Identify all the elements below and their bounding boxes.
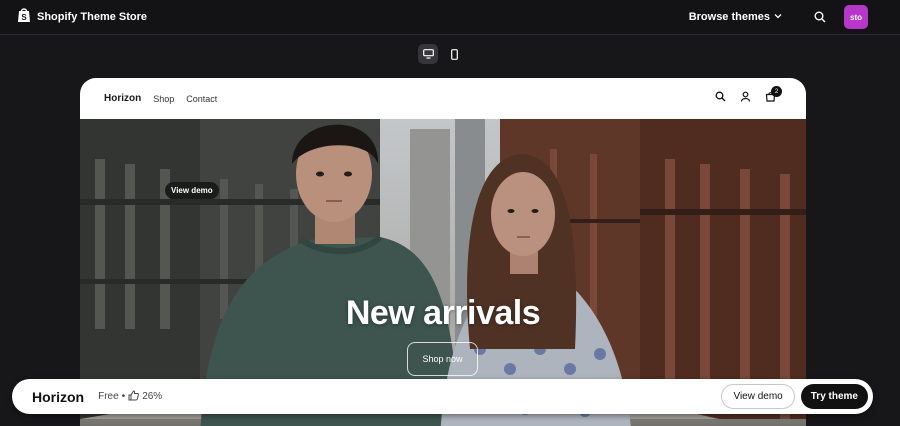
nav-link-shop[interactable]: Shop (153, 94, 174, 104)
brand[interactable]: S Shopify Theme Store (17, 7, 147, 28)
separator-dot: • (121, 391, 126, 402)
try-theme-button[interactable]: Try theme (800, 384, 868, 409)
thumbs-up-icon (128, 389, 140, 404)
view-demo-button[interactable]: View demo (721, 384, 795, 409)
theme-preview[interactable]: Horizon Shop Contact 2 View demo New arr… (80, 78, 806, 426)
price-label: Free (98, 391, 119, 402)
chevron-down-icon (774, 11, 782, 23)
browse-themes-label: Browse themes (688, 11, 770, 23)
shop-now-button[interactable]: Shop now (407, 342, 478, 376)
search-icon[interactable] (715, 91, 726, 102)
device-toggle (418, 44, 464, 64)
desktop-view-icon[interactable] (418, 44, 438, 64)
avatar[interactable]: sto (844, 5, 868, 29)
cart-count-badge: 2 (771, 86, 782, 97)
store-header: Horizon Shop Contact 2 (80, 78, 806, 119)
theme-meta: Free • 26% (98, 389, 163, 404)
theme-action-bar: Horizon Free • 26% View demo Try theme (12, 379, 873, 414)
svg-text:S: S (21, 13, 27, 22)
search-icon[interactable] (814, 11, 826, 23)
store-logo[interactable]: Horizon (104, 93, 141, 104)
app-title: Shopify Theme Store (37, 11, 148, 23)
theme-name: Horizon (32, 388, 85, 405)
top-bar: S Shopify Theme Store Browse themes sto (0, 0, 900, 35)
nav-link-contact[interactable]: Contact (186, 94, 217, 104)
view-demo-tooltip[interactable]: View demo (165, 182, 219, 199)
browse-themes-dropdown[interactable]: Browse themes (689, 11, 782, 23)
cart-icon[interactable]: 2 (765, 86, 782, 102)
rating-percent: 26% (142, 391, 163, 402)
mobile-view-icon[interactable] (444, 44, 464, 64)
hero-heading: New arrivals (345, 294, 541, 332)
account-icon[interactable] (740, 91, 751, 102)
shopify-bag-icon: S (17, 7, 31, 28)
